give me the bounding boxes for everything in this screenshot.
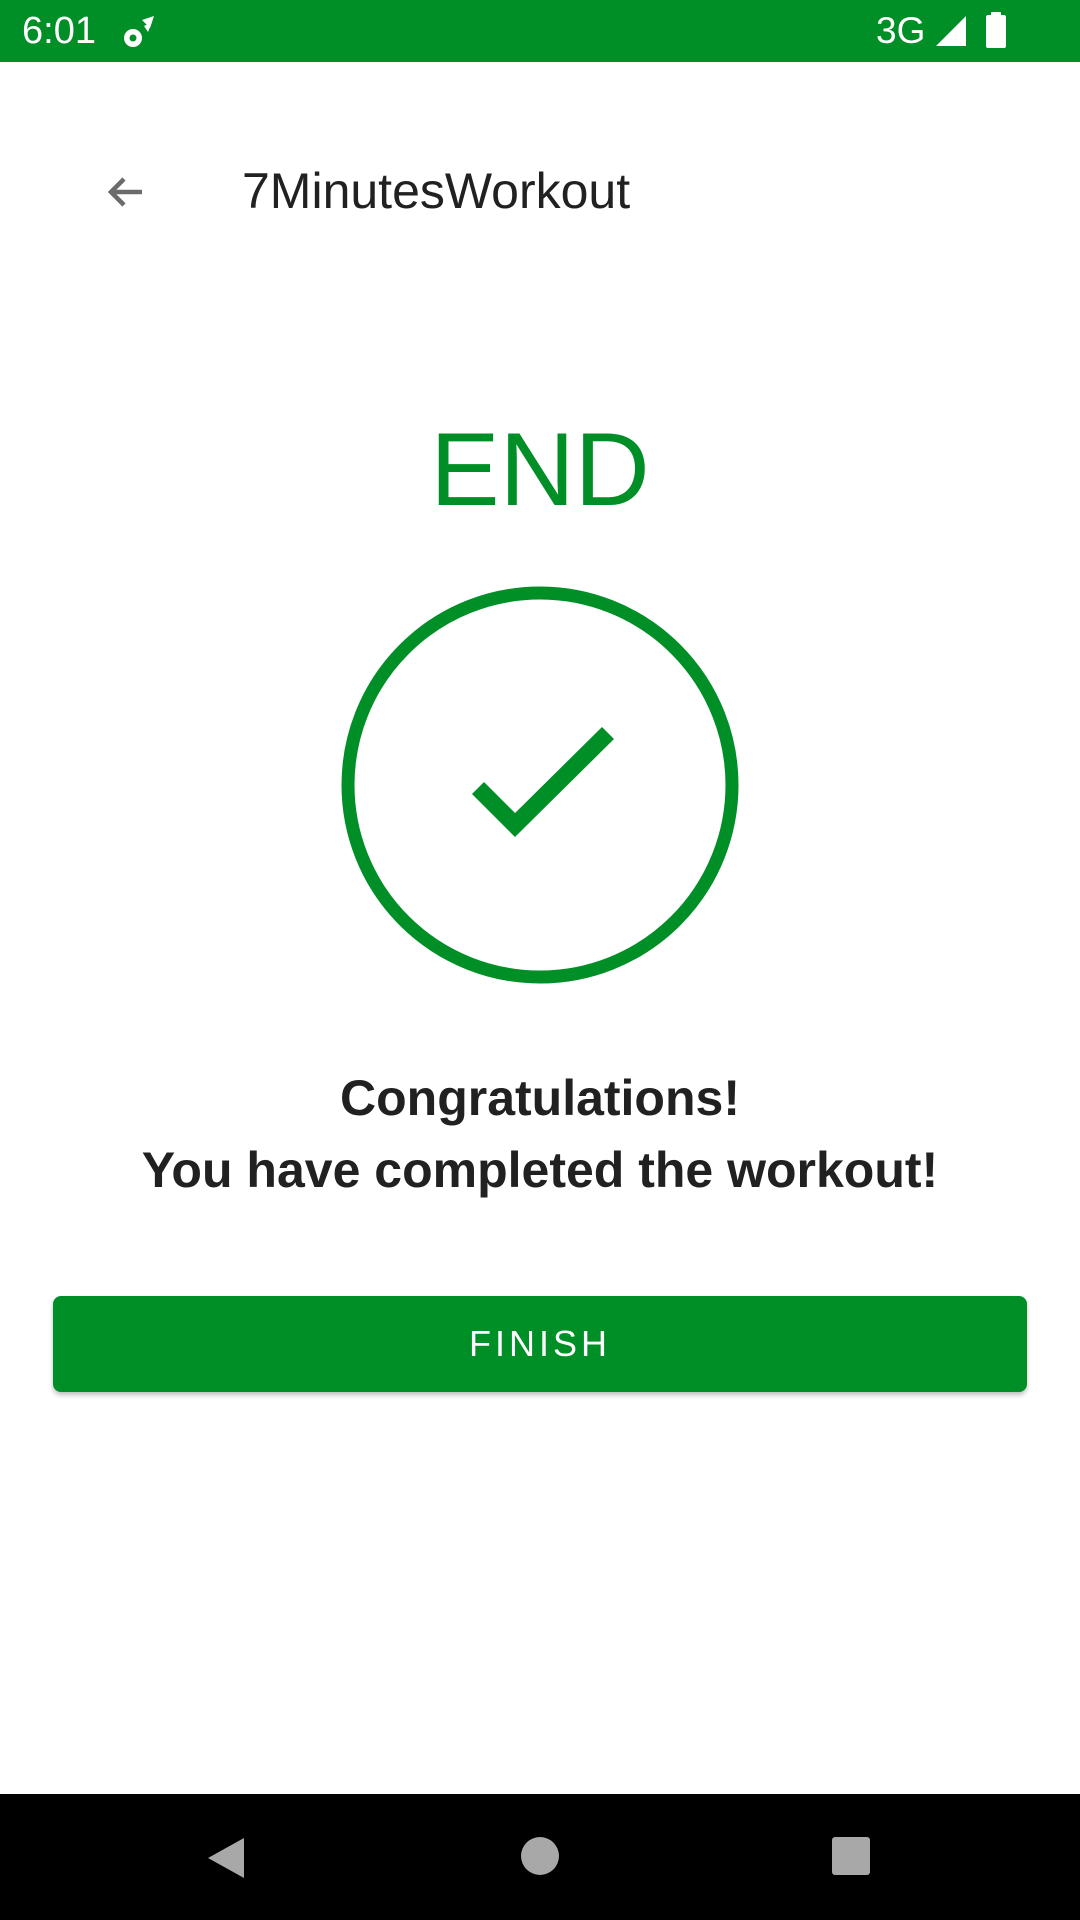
congratulations-line-2: You have completed the workout! (141, 1142, 939, 1198)
back-button[interactable] (90, 156, 162, 228)
nav-recents-icon[interactable] (831, 1836, 871, 1876)
nav-back-icon[interactable] (204, 1834, 248, 1882)
network-type: 3G (876, 10, 926, 51)
gear-icon (124, 16, 154, 47)
status-bar: 6:01 3G (0, 0, 1080, 62)
battery-icon (986, 12, 1006, 48)
app-title: 7MinutesWorkout (242, 163, 631, 219)
check-circle-icon (341, 586, 739, 984)
navigation-bar (0, 1794, 1080, 1920)
status-time: 6:01 (22, 10, 96, 52)
workout-finish-screen: 6:01 3G 7MinutesWorkout END Congratulati… (0, 0, 1080, 1920)
congratulations-message: Congratulations! You have completed the … (0, 1062, 1080, 1206)
signal-icon (936, 16, 966, 46)
arrow-back-icon (107, 177, 142, 207)
nav-home-icon[interactable] (520, 1836, 560, 1876)
app-bar: 7MinutesWorkout (0, 62, 1080, 320)
finish-button[interactable]: FINISH (53, 1296, 1027, 1392)
end-label: END (430, 412, 650, 528)
congratulations-line-1: Congratulations! (340, 1070, 740, 1126)
